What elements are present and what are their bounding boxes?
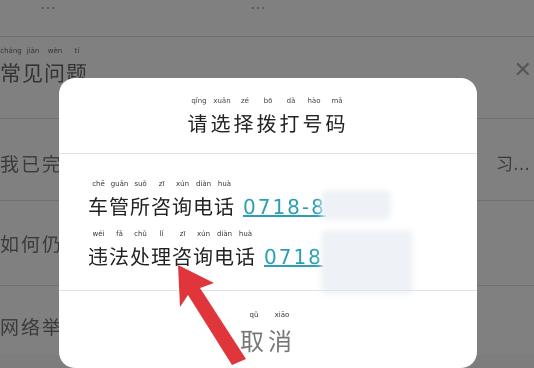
dialog-title: qǐng 请 xuǎn 选 zé 择 bō 拨 dǎ 打 hào 号 mǎ 码 xyxy=(59,97,477,137)
heading-char: jiàn 见 xyxy=(22,47,44,86)
divider xyxy=(59,153,477,154)
title-char: bō 拨 xyxy=(256,97,280,136)
option-char: suǒ 所 xyxy=(130,180,151,219)
title-char: mǎ 码 xyxy=(325,97,349,136)
title-char: zé 择 xyxy=(233,97,257,136)
faq-item[interactable]: 如何仍 xyxy=(0,230,63,257)
option-char: guǎn 管 xyxy=(109,180,130,219)
title-char: dǎ 打 xyxy=(279,97,303,136)
cancel-char: xiāo 消 xyxy=(268,311,296,356)
background-top-row: … … xyxy=(0,0,534,30)
title-char: qǐng 请 xyxy=(187,97,211,136)
background-top-item: … xyxy=(250,0,268,13)
redacted-number xyxy=(321,190,391,220)
option-vehicle-office-hotline[interactable]: chē 车 guǎn 管 suǒ 所 zī 咨 xún 询 diàn 电 huà 话 0718-8 xyxy=(88,180,326,220)
red-arrow-icon xyxy=(178,265,246,365)
option-char: xún 询 xyxy=(172,180,193,219)
option-char: diàn 电 xyxy=(193,180,214,219)
arrow-shape xyxy=(178,265,246,365)
option-char: chē 车 xyxy=(88,180,109,219)
dial-number-dialog: qǐng 请 xuǎn 选 zé 择 bō 拨 dǎ 打 hào 号 mǎ 码 chē 车 guǎn 管 suǒ 所… xyxy=(59,78,477,368)
option-char: zī 咨 xyxy=(151,180,172,219)
option-char: wéi 违 xyxy=(88,230,109,269)
option-char: lǐ 理 xyxy=(151,230,172,269)
cancel-button[interactable]: qǔ 取 xiāo 消 xyxy=(59,311,477,357)
background-top-item: … xyxy=(40,0,58,13)
redacted-number xyxy=(321,230,413,294)
close-icon[interactable]: ✕ xyxy=(514,58,532,83)
divider xyxy=(0,36,534,37)
faq-item-tail: 习… xyxy=(496,155,530,175)
phone-number-link[interactable]: 0718 xyxy=(264,245,323,269)
divider xyxy=(59,290,477,291)
option-char: chǔ 处 xyxy=(130,230,151,269)
faq-item[interactable]: 网络举 xyxy=(0,313,63,340)
title-char: hào 号 xyxy=(302,97,326,136)
heading-char: cháng 常 xyxy=(0,47,22,86)
title-char: xuǎn 选 xyxy=(210,97,234,136)
option-char: fǎ 法 xyxy=(109,230,130,269)
phone-number-link[interactable]: 0718-8 xyxy=(243,195,326,219)
faq-item[interactable]: 我已完 xyxy=(0,150,63,177)
option-char: huà 话 xyxy=(214,180,235,219)
